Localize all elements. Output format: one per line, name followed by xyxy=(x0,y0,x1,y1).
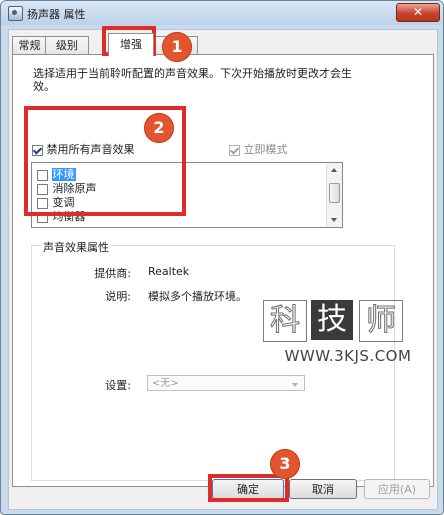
watermark: 科 技 师 WWW.3KJS.COM xyxy=(263,300,433,370)
list-scrollbar[interactable] xyxy=(326,163,342,227)
chevron-down-icon xyxy=(292,383,298,387)
checkbox-box[interactable] xyxy=(229,144,240,156)
tab-general[interactable]: 常规 xyxy=(12,36,47,55)
properties-window: 扬声器 属性 ✕ 常规 级别 增强 选择适用于当前聆听配置的声音效果。下次开始播… xyxy=(0,0,444,515)
speaker-icon xyxy=(8,6,23,21)
effect-properties-label: 声音效果属性 xyxy=(41,239,111,255)
dialog-client: 常规 级别 增强 选择适用于当前聆听配置的声音效果。下次开始播放时更改才会生效。… xyxy=(8,29,438,510)
watermark-char: 师 xyxy=(359,300,403,342)
tab-enhancements[interactable]: 增强 xyxy=(108,33,154,56)
watermark-char: 科 xyxy=(263,300,307,342)
tab-levels[interactable]: 级别 xyxy=(45,36,89,55)
immediate-mode-label: 立即模式 xyxy=(243,143,288,156)
description-value: 模拟多个播放环境。 xyxy=(148,290,247,303)
annotation-badge: 3 xyxy=(270,449,300,479)
window-title: 扬声器 属性 xyxy=(27,8,86,21)
annotation-badge: 1 xyxy=(162,32,192,62)
watermark-url: WWW.3KJS.COM xyxy=(284,347,412,365)
provider-label: 提供商: xyxy=(94,267,131,280)
provider-value: Realtek xyxy=(148,265,190,278)
scroll-up-icon[interactable] xyxy=(331,168,337,172)
immediate-mode-checkbox[interactable]: 立即模式 xyxy=(229,141,288,157)
scroll-down-icon[interactable] xyxy=(331,218,337,222)
annotation-badge: 2 xyxy=(144,113,174,143)
scroll-thumb[interactable] xyxy=(329,183,340,203)
apply-button[interactable]: 应用(A) xyxy=(364,479,430,499)
settings-dropdown-value: <无> xyxy=(152,378,179,389)
cancel-button[interactable]: 取消 xyxy=(289,479,357,499)
watermark-char: 技 xyxy=(311,300,353,340)
enhancements-description: 选择适用于当前聆听配置的声音效果。下次开始播放时更改才会生效。 xyxy=(33,67,352,93)
title-bar[interactable]: 扬声器 属性 ✕ xyxy=(1,1,443,25)
description-label: 说明: xyxy=(105,290,131,303)
settings-dropdown[interactable]: <无> xyxy=(147,375,305,391)
settings-label: 设置: xyxy=(105,379,131,392)
close-button[interactable]: ✕ xyxy=(396,3,440,22)
highlight-box-ok xyxy=(208,474,289,502)
